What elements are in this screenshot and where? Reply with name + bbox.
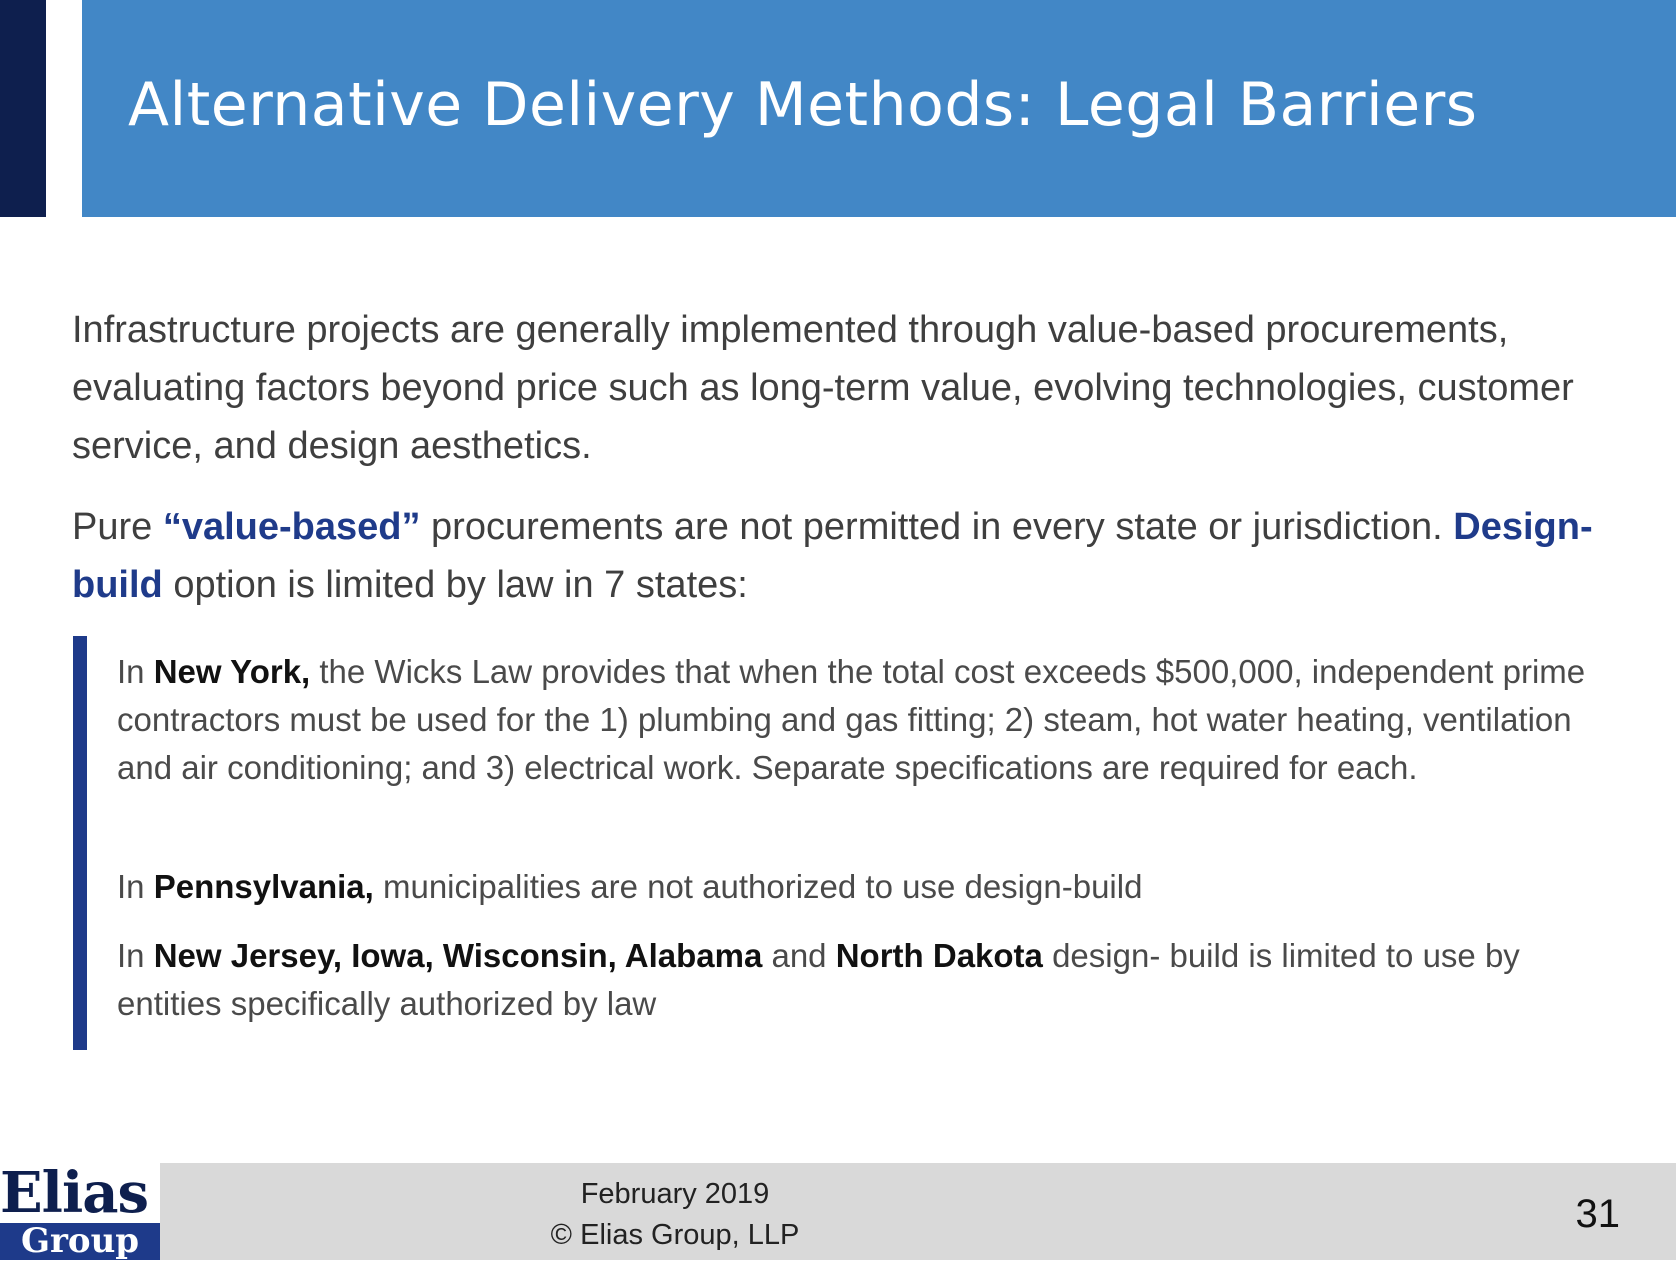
intro-paragraph: Infrastructure projects are generally im…: [72, 309, 1574, 467]
other-states-item: In New Jersey, Iowa, Wisconsin, Alabama …: [117, 932, 1597, 1028]
pa-state: Pennsylvania,: [153, 868, 374, 905]
pa-pre: In: [117, 868, 154, 905]
pa-text: municipalities are not authorized to use…: [373, 868, 1143, 905]
footer-date: February 2019: [580, 1178, 770, 1210]
pennsylvania-item: In Pennsylvania, municipalities are not …: [117, 863, 1597, 911]
north-dakota: North Dakota: [835, 937, 1043, 974]
ny-state: New York,: [153, 653, 311, 690]
value-based-term: “value-based”: [162, 506, 421, 548]
other-pre: In: [117, 937, 154, 974]
p2-mid: procurements are not permitted in every …: [420, 506, 1454, 548]
value-based-paragraph: Pure “value-based” procurements are not …: [72, 498, 1632, 614]
ny-pre: In: [117, 653, 154, 690]
slide-title: Alternative Delivery Methods: Legal Barr…: [128, 70, 1478, 140]
blockquote-bar: [73, 636, 87, 1050]
footer-copyright: © Elias Group, LLP: [550, 1219, 800, 1251]
p2-post: option is limited by law in 7 states:: [162, 564, 748, 606]
p2-pre: Pure: [72, 506, 163, 548]
new-york-item: In New York, the Wicks Law provides that…: [117, 648, 1597, 792]
other-states-list: New Jersey, Iowa, Wisconsin, Alabama: [153, 937, 763, 974]
page-number: 31: [1575, 1192, 1621, 1236]
ny-text: the Wicks Law provides that when the tot…: [117, 653, 1586, 786]
other-and: and: [762, 937, 836, 974]
left-accent-bar: [0, 0, 46, 217]
